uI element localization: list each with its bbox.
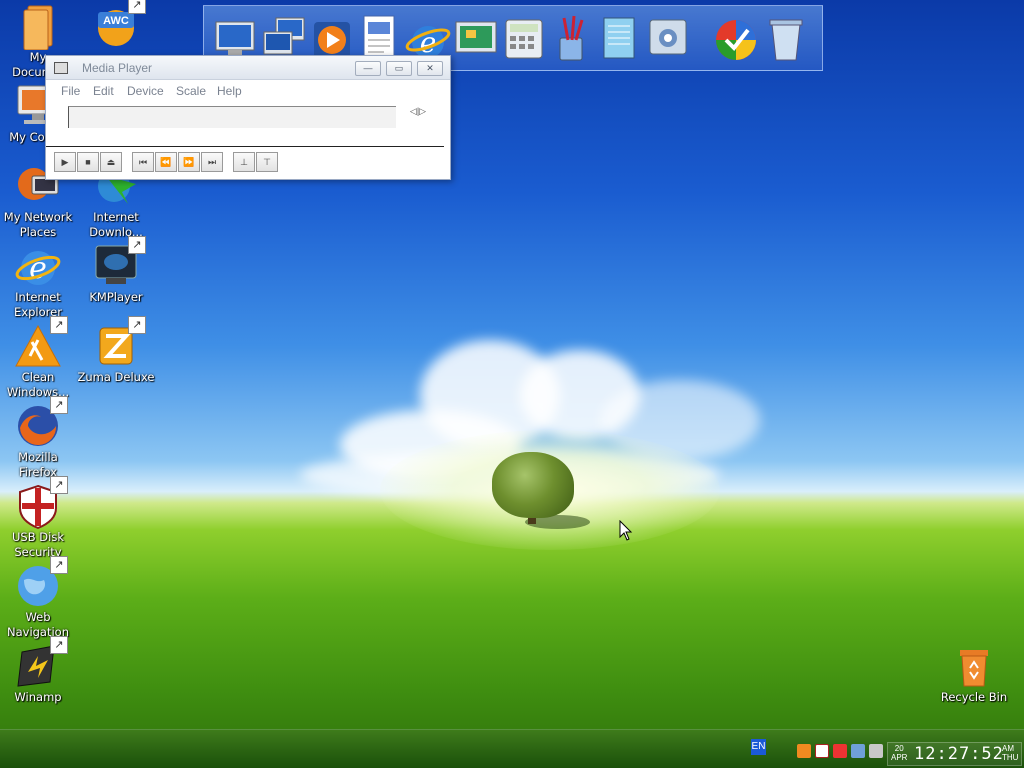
- firefox-icon: ↗: [14, 396, 68, 450]
- menu-scale[interactable]: Scale: [176, 84, 206, 98]
- dock-recycle-bin[interactable]: [762, 14, 810, 64]
- media-player-window[interactable]: Media Player — ▭ ✕ File Edit Device Scal…: [45, 55, 451, 180]
- globe-icon: ↗: [14, 556, 68, 610]
- desktop-icon-label: Recycle Bin: [940, 690, 1008, 704]
- shortcut-arrow-icon: ↗: [50, 316, 68, 334]
- shortcut-arrow-icon: ↗: [50, 396, 68, 414]
- clock-time: 12:27:52: [914, 744, 1004, 764]
- shortcut-arrow-icon: ↗: [50, 476, 68, 494]
- desktop-icon-label: KMPlayer: [89, 290, 143, 304]
- play-button[interactable]: ▶: [54, 152, 76, 172]
- internet-explorer-icon: e: [14, 242, 62, 290]
- desktop-icon-clean-windows[interactable]: ↗ Clean Windows...: [0, 316, 78, 400]
- desktop-icon-label: Zuma Deluxe: [77, 370, 155, 384]
- close-button[interactable]: ✕: [417, 61, 443, 76]
- svg-text:e: e: [29, 251, 47, 286]
- folder-icon: [14, 2, 62, 51]
- tray-zuma-icon[interactable]: [797, 744, 811, 758]
- calculator-icon: [505, 19, 543, 59]
- seek-track[interactable]: [68, 106, 396, 128]
- security-center-icon: [716, 20, 756, 60]
- kmplayer-icon: ↗: [92, 236, 146, 290]
- divider: [46, 146, 444, 147]
- shortcut-arrow-icon: ↗: [128, 316, 146, 334]
- winamp-icon: ↗: [14, 636, 68, 690]
- window-title: Media Player: [82, 61, 153, 75]
- tray-security-alert-icon[interactable]: [833, 744, 847, 758]
- desktop-icon-web-navigation[interactable]: ↗ Web Navigation: [0, 556, 78, 640]
- desktop-icon-internet-explorer[interactable]: e Internet Explorer: [0, 242, 78, 320]
- minimize-button[interactable]: —: [355, 61, 381, 76]
- clock-day: 20: [894, 744, 904, 753]
- shortcut-arrow-icon: ↗: [128, 236, 146, 254]
- warning-sign-icon: ↗: [14, 316, 68, 370]
- fast-forward-button[interactable]: ⏩: [178, 152, 200, 172]
- clock-weekday: THU: [1002, 753, 1019, 762]
- tray-shield-icon[interactable]: [815, 744, 829, 758]
- window-title-bar[interactable]: Media Player — ▭ ✕: [46, 56, 450, 80]
- seek-stepper-icon[interactable]: ◁|▷: [406, 106, 430, 120]
- maximize-button[interactable]: ▭: [386, 61, 412, 76]
- next-track-button[interactable]: ⏭: [201, 152, 223, 172]
- dock-system-settings[interactable]: [644, 14, 692, 64]
- previous-track-button[interactable]: ⏮: [132, 152, 154, 172]
- trash-can-icon: [769, 19, 803, 61]
- menu-device[interactable]: Device: [127, 84, 164, 98]
- control-panel-icon: [455, 21, 497, 53]
- dock-paint[interactable]: [548, 14, 596, 64]
- desktop-icon-label: Winamp: [14, 690, 62, 704]
- desktop-icon-winamp[interactable]: ↗ Winamp: [0, 636, 78, 705]
- dock-calculator[interactable]: [500, 14, 548, 64]
- dock-notepad[interactable]: [596, 14, 644, 64]
- menu-bar: File Edit Device Scale Help: [46, 80, 450, 102]
- shortcut-arrow-icon: ↗: [128, 0, 146, 14]
- shield-icon: ↗: [14, 476, 68, 530]
- clock-ampm: AM THU: [1002, 744, 1018, 762]
- tray-volume-icon[interactable]: [869, 744, 883, 758]
- desktop-icon-mozilla-firefox[interactable]: ↗ Mozilla Firefox: [0, 396, 78, 480]
- menu-file[interactable]: File: [61, 84, 80, 98]
- awc-icon: AWC ↗: [92, 0, 146, 50]
- desktop-icon-usb-disk-security[interactable]: ↗ USB Disk Security: [0, 476, 78, 560]
- media-player-app-icon: [54, 62, 68, 74]
- recycle-bin-icon: [950, 642, 998, 690]
- taskbar-clock[interactable]: 20 APR 12:27:52 AM THU: [887, 742, 1022, 766]
- stop-button[interactable]: ■: [77, 152, 99, 172]
- clock-month: APR: [891, 753, 908, 762]
- desktop-icon-recycle-bin[interactable]: Recycle Bin: [934, 642, 1014, 705]
- desktop-icon-awc[interactable]: AWC ↗: [76, 0, 156, 50]
- zuma-icon: ↗: [92, 316, 146, 370]
- desktop-icon-label: My Network Places: [3, 210, 73, 239]
- settings-icon: [649, 19, 687, 55]
- paint-brushes-icon: [559, 15, 584, 61]
- desktop-icon-kmplayer[interactable]: ↗ KMPlayer: [76, 236, 156, 305]
- rewind-button[interactable]: ⏪: [155, 152, 177, 172]
- shortcut-arrow-icon: ↗: [50, 636, 68, 654]
- menu-edit[interactable]: Edit: [93, 84, 114, 98]
- eject-button[interactable]: ⏏: [100, 152, 122, 172]
- clock-am-pm: AM: [1002, 744, 1014, 753]
- end-selection-button[interactable]: ⊤: [256, 152, 278, 172]
- tray-network-icon[interactable]: [851, 744, 865, 758]
- language-indicator[interactable]: EN: [751, 739, 766, 755]
- menu-help[interactable]: Help: [217, 84, 242, 98]
- shortcut-arrow-icon: ↗: [50, 556, 68, 574]
- clock-date: 20 APR: [891, 744, 907, 762]
- desktop-icon-zuma-deluxe[interactable]: ↗ Zuma Deluxe: [76, 316, 156, 385]
- notepad-icon: [603, 17, 635, 59]
- dock-windows-security[interactable]: [712, 14, 760, 64]
- start-selection-button[interactable]: ⊥: [233, 152, 255, 172]
- dock-control-panel[interactable]: [452, 14, 500, 64]
- tree: [492, 452, 574, 518]
- svg-text:AWC: AWC: [103, 15, 129, 27]
